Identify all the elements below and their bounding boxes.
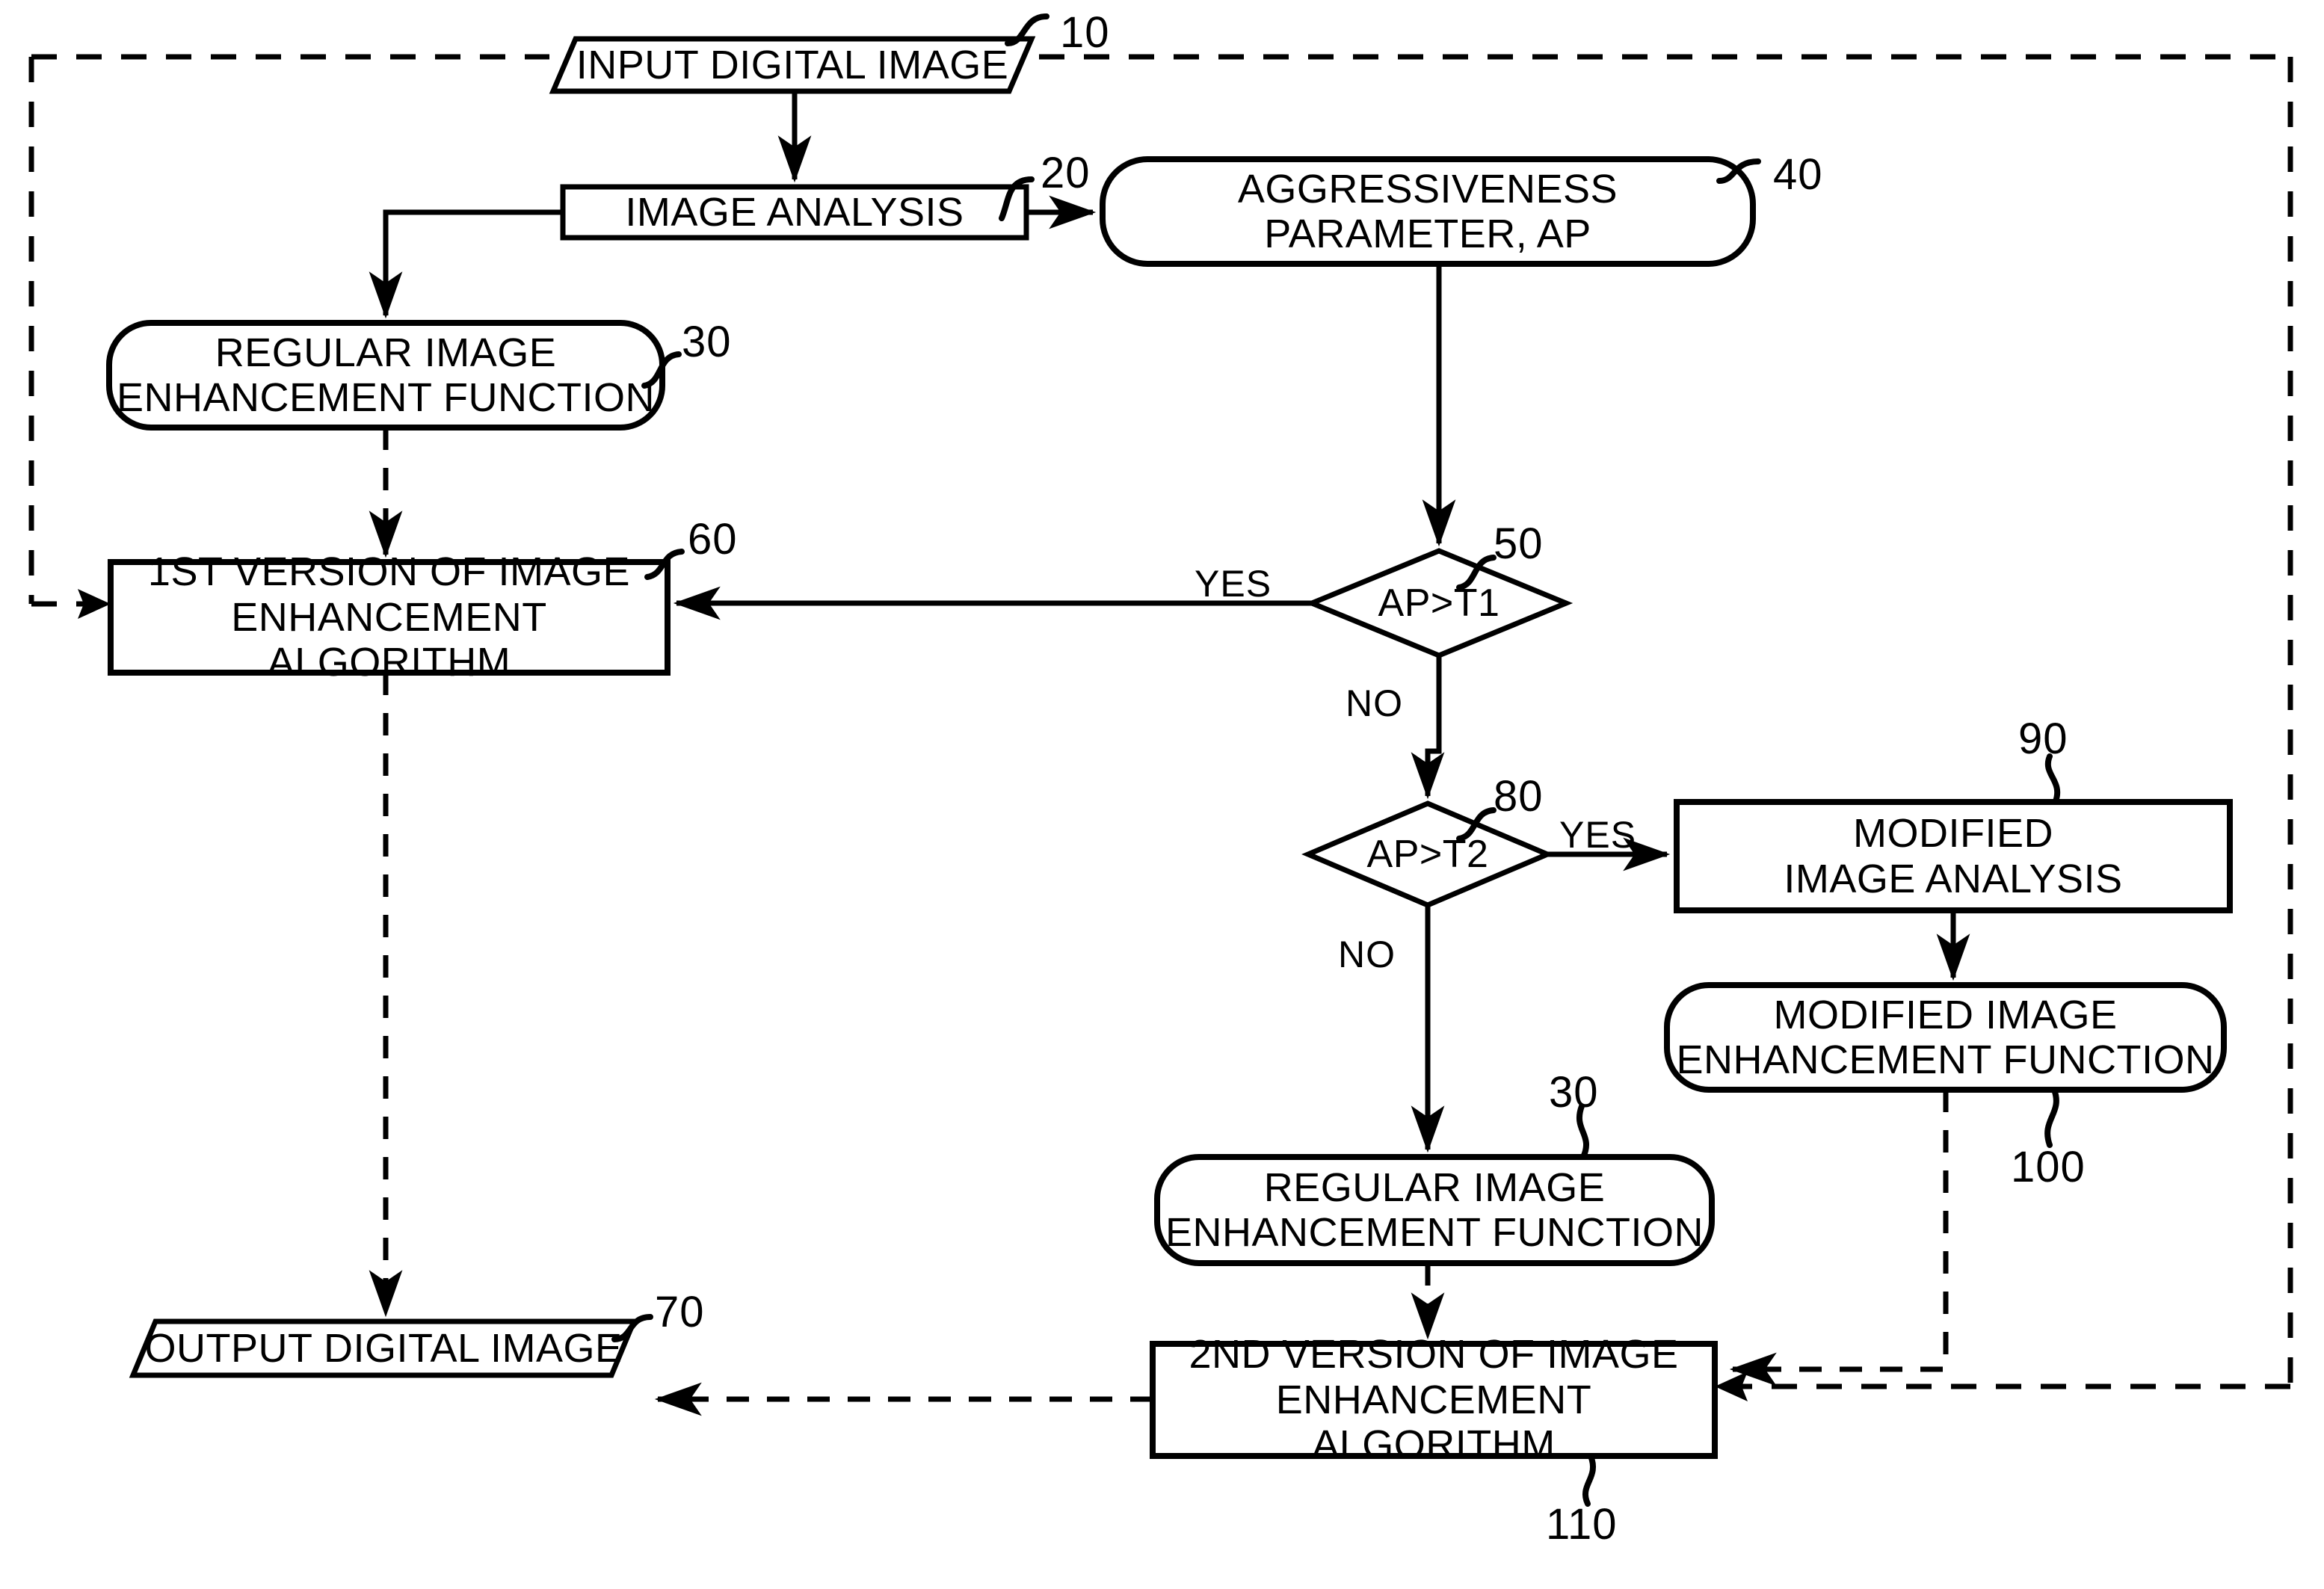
output-digital-image-label: OUTPUT DIGITAL IMAGE (144, 1325, 623, 1371)
second-version-algorithm-label: 2ND VERSION OF IMAGE ENHANCEMENT ALGORIT… (1189, 1332, 1679, 1468)
reference-number-90: 90 (2018, 715, 2068, 763)
edge-label-no-t2: NO (1338, 934, 1396, 975)
reference-number-60: 60 (688, 515, 738, 564)
modified-image-analysis-label: MODIFIED IMAGE ANALYSIS (1784, 811, 2123, 901)
reference-number-40: 40 (1773, 150, 1823, 199)
leader-100 (2044, 1087, 2059, 1148)
reference-number-50: 50 (1494, 519, 1544, 568)
reference-number-110: 110 (1546, 1500, 1618, 1549)
edge-label-no-t1: NO (1346, 682, 1403, 724)
system-boundary-arrowheads (78, 589, 1748, 1401)
reference-number-30-bottom: 30 (1549, 1068, 1599, 1117)
patent-figure-canvas: INPUT DIGITAL IMAGE IMAGE ANALYSIS AGGRE… (0, 0, 2324, 1589)
reference-number-10: 10 (1060, 8, 1110, 57)
reference-number-80: 80 (1494, 772, 1544, 821)
reference-number-30-left: 30 (682, 318, 732, 366)
aggressiveness-parameter-label: AGGRESSIVENESS PARAMETER, AP (1237, 166, 1618, 256)
edge-label-yes-t1: YES (1195, 563, 1272, 605)
reference-number-70: 70 (655, 1288, 705, 1336)
image-analysis-label: IMAGE ANALYSIS (625, 189, 964, 235)
regular-image-enhancement-function-bottom-label: REGULAR IMAGE ENHANCEMENT FUNCTION (1165, 1164, 1704, 1255)
reference-number-100: 100 (2011, 1143, 2086, 1191)
input-digital-image-label: INPUT DIGITAL IMAGE (576, 42, 1009, 87)
regular-image-enhancement-function-left-label: REGULAR IMAGE ENHANCEMENT FUNCTION (116, 330, 655, 420)
reference-number-20: 20 (1041, 149, 1091, 197)
edge-modified-function-to-second-version (1729, 1090, 1949, 1386)
modified-image-enhancement-function-label: MODIFIED IMAGE ENHANCEMENT FUNCTION (1676, 992, 2215, 1082)
first-version-algorithm-label: 1ST VERSION OF IMAGE ENHANCEMENT ALGORIT… (147, 549, 631, 685)
edge-image-analysis-to-regular-left (369, 209, 563, 319)
edge-label-yes-t2: YES (1559, 814, 1637, 856)
edge-decision-t1-no-to-decision-t2 (1411, 655, 1445, 800)
